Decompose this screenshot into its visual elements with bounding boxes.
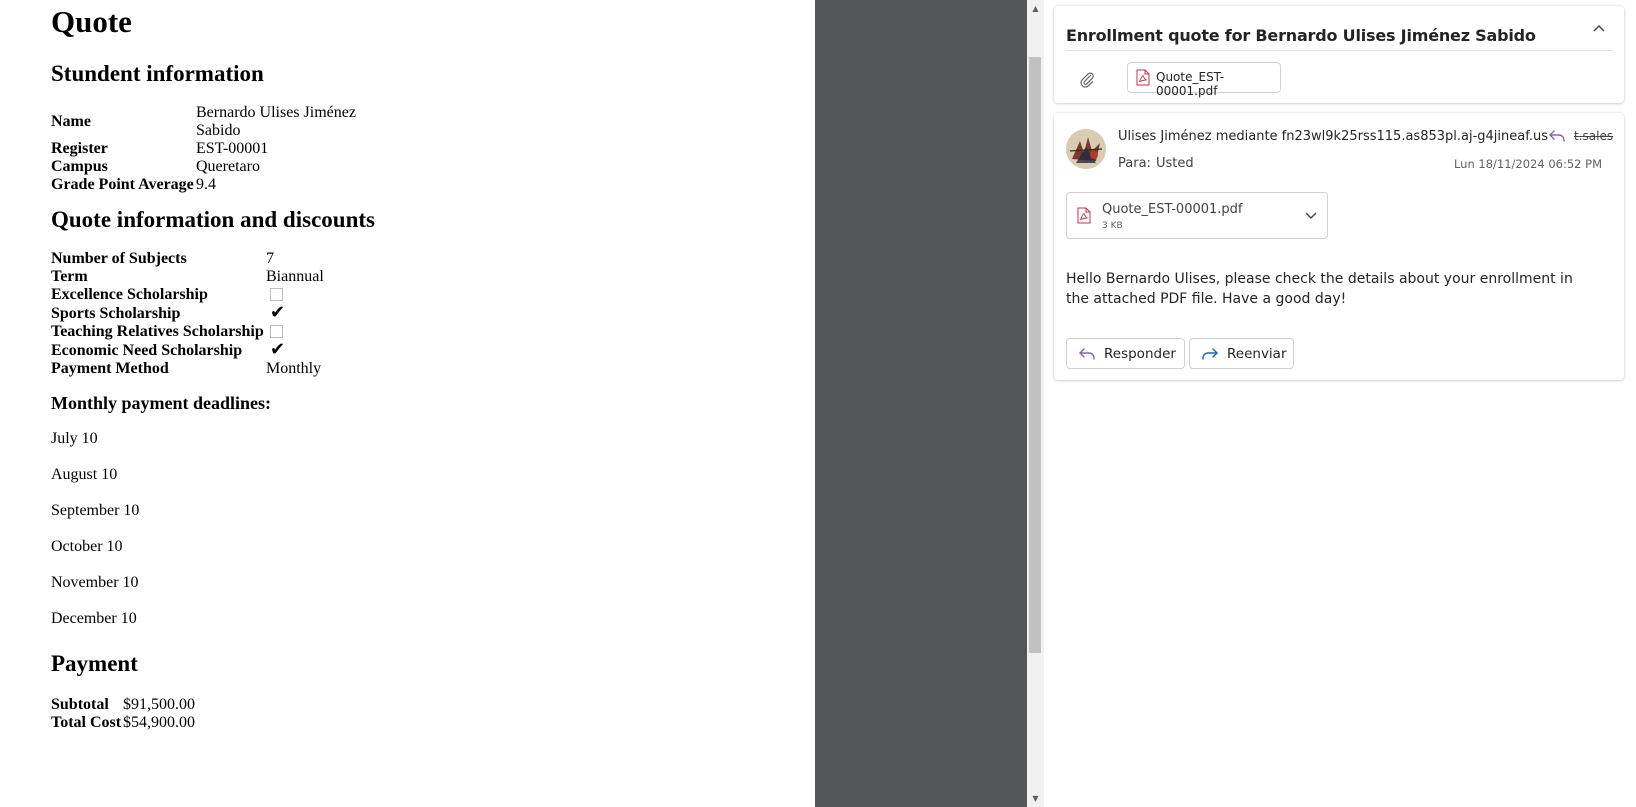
divider: [1066, 50, 1612, 51]
pdf-file-icon: [1136, 69, 1150, 86]
reply-button[interactable]: Responder: [1066, 338, 1185, 369]
forward-label: Reenviar: [1227, 346, 1287, 362]
deadline-item: December 10: [51, 610, 137, 627]
email-subject: Enrollment quote for Bernardo Ulises Jim…: [1066, 26, 1536, 45]
sender-tail-text: t.sales: [1574, 129, 1614, 143]
field-value: Bernardo Ulises Jiménez Sabido: [196, 104, 356, 139]
field-value: Queretaro: [196, 158, 260, 175]
deadlines-list: July 10 August 10 September 10 October 1…: [51, 430, 815, 628]
field-value: Monthly: [266, 360, 322, 377]
scroll-up-arrow-icon[interactable]: ▲: [1027, 0, 1044, 17]
field-value: $91,500.00: [123, 696, 195, 713]
paperclip-icon: [1080, 72, 1094, 88]
attachment-filename: Quote_EST-00001.pdf: [1102, 202, 1243, 217]
field-label: Name: [51, 113, 91, 130]
pdf-viewer-background: [815, 0, 1027, 807]
student-row-name: Name Bernardo Ulises Jiménez Sabido: [51, 104, 361, 140]
payment-table: Subtotal $91,500.00 Total Cost $54,900.0…: [51, 696, 195, 732]
excellence-checkbox: [270, 288, 283, 301]
deadline-item: November 10: [51, 574, 139, 591]
field-label: Economic Need Scholarship: [51, 341, 243, 359]
scroll-down-arrow-icon[interactable]: ▼: [1027, 790, 1044, 807]
to-recipient[interactable]: Usted: [1156, 156, 1194, 171]
payment-heading: Payment: [51, 651, 138, 676]
reply-arrow-icon: [1079, 348, 1095, 360]
quote-info-table: Number of Subjects 7 Term Biannual Excel…: [51, 250, 324, 378]
attachment-size: 3 KB: [1102, 221, 1123, 231]
chevron-down-icon[interactable]: [1303, 207, 1319, 223]
deadlines-heading: Monthly payment deadlines:: [51, 393, 272, 413]
avatar[interactable]: [1066, 129, 1106, 169]
attachment-card[interactable]: Quote_EST-00001.pdf 3 KB: [1066, 192, 1328, 239]
field-label: Grade Point Average: [51, 176, 194, 193]
student-info-table: Name Bernardo Ulises Jiménez Sabido Regi…: [51, 104, 361, 194]
field-label: Term: [51, 268, 88, 285]
message-body: Hello Bernardo Ulises, please check the …: [1066, 271, 1573, 307]
to-label: Para:: [1118, 156, 1151, 171]
quote-row-sports: Sports Scholarship ✔: [51, 304, 324, 323]
field-label: Number of Subjects: [51, 250, 187, 267]
teaching-checkbox: [270, 325, 283, 338]
student-info-heading: Stundent information: [51, 61, 264, 86]
field-value: EST-00001: [196, 140, 269, 157]
payment-row-subtotal: Subtotal $91,500.00: [51, 696, 195, 714]
scrollbar-thumb[interactable]: [1029, 57, 1041, 653]
field-value: 7: [266, 250, 274, 267]
quote-row-subjects: Number of Subjects 7: [51, 250, 324, 268]
field-value: 9.4: [196, 176, 216, 193]
field-label: Total Cost: [51, 714, 122, 731]
deadline-item: September 10: [51, 502, 140, 519]
message-card: Ulises Jiménez mediante fn23wl9k25rss115…: [1054, 113, 1624, 380]
field-label: Payment Method: [51, 360, 169, 377]
deadline-item: October 10: [51, 538, 123, 555]
payment-row-total: Total Cost $54,900.00: [51, 714, 195, 732]
reply-icon[interactable]: [1546, 125, 1568, 147]
pdf-file-icon: [1077, 207, 1091, 224]
forward-arrow-icon: [1202, 348, 1218, 360]
field-value: Biannual: [266, 268, 324, 285]
sender-line: Ulises Jiménez mediante fn23wl9k25rss115…: [1118, 129, 1548, 144]
field-label: Subtotal: [51, 696, 109, 713]
email-reading-pane: Enrollment quote for Bernardo Ulises Jim…: [1044, 0, 1636, 807]
economic-checkmark-icon: ✔: [270, 339, 286, 360]
sports-checkmark-icon: ✔: [270, 302, 286, 323]
field-label: Teaching Relatives Scholarship: [51, 323, 264, 340]
quote-row-economic: Economic Need Scholarship ✔: [51, 341, 324, 360]
reply-label: Responder: [1104, 346, 1176, 362]
quote-info-heading: Quote information and discounts: [51, 207, 375, 232]
student-row-gpa: Grade Point Average 9.4: [51, 176, 361, 194]
field-value: $54,900.00: [123, 714, 195, 731]
student-row-campus: Campus Queretaro: [51, 158, 361, 176]
quote-row-term: Term Biannual: [51, 268, 324, 286]
attachment-chip[interactable]: Quote_EST-00001.pdf: [1127, 62, 1281, 98]
quote-row-payment-method: Payment Method Monthly: [51, 360, 324, 378]
document-title: Quote: [51, 4, 132, 39]
field-label: Sports Scholarship: [51, 304, 181, 322]
forward-button[interactable]: Reenviar: [1189, 338, 1294, 369]
deadline-item: July 10: [51, 430, 98, 447]
pdf-document: Quote Stundent information Name Bernardo…: [0, 0, 815, 807]
student-row-register: Register EST-00001: [51, 140, 361, 158]
chevron-up-icon[interactable]: [1592, 22, 1606, 36]
field-label: Campus: [51, 158, 108, 175]
field-label: Excellence Scholarship: [51, 286, 208, 303]
subject-card: Enrollment quote for Bernardo Ulises Jim…: [1054, 6, 1624, 103]
attachment-filename: Quote_EST-00001.pdf: [1156, 70, 1225, 98]
sent-date: Lun 18/11/2024 06:52 PM: [1453, 157, 1602, 171]
field-label: Register: [51, 140, 108, 157]
deadline-item: August 10: [51, 466, 118, 483]
